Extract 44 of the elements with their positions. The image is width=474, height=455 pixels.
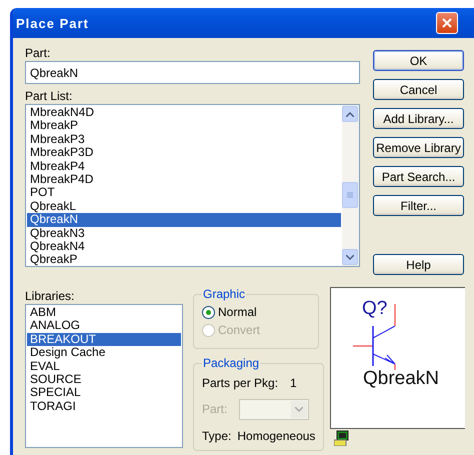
list-item[interactable]: QbreakN3 xyxy=(27,226,341,240)
list-item[interactable]: Design Cache xyxy=(27,346,181,360)
field-value: 1 xyxy=(290,376,297,390)
list-item[interactable]: ABM xyxy=(27,306,181,320)
reference-label: Q? xyxy=(362,298,388,320)
field-label: Parts per Pkg: xyxy=(202,376,278,390)
list-item[interactable]: QbreakN xyxy=(27,213,341,227)
list-item[interactable]: MbreakP4 xyxy=(27,160,341,173)
list-item[interactable]: ANALOG xyxy=(27,319,181,333)
list-item[interactable]: SOURCE xyxy=(27,372,181,386)
list-label: Part List: xyxy=(25,89,74,103)
group-title: Packaging xyxy=(202,356,260,370)
list-label: Libraries: xyxy=(25,289,76,303)
part-list[interactable]: MbreakN4D MbreakP MbreakP3 MbreakP3D MbreakP4 MbreakP4D POT QbreakL QbreakN QbreakN3 QbreakN4 QbreakP xyxy=(25,104,360,267)
field-label: Part: xyxy=(25,46,52,60)
list-item[interactable]: QbreakP xyxy=(27,253,341,266)
radio-option[interactable]: Normal xyxy=(202,303,310,321)
list-item[interactable]: BREAKOUT xyxy=(27,332,181,346)
dialog-button[interactable]: Filter... xyxy=(373,195,464,216)
field-value: Homogeneous xyxy=(237,429,316,443)
field-label: Type: xyxy=(202,429,232,443)
dialog-button[interactable]: OK xyxy=(373,50,464,71)
help-button[interactable]: Help xyxy=(373,254,464,275)
list-item[interactable]: MbreakN4D xyxy=(27,106,341,120)
list-item[interactable]: SPECIAL xyxy=(27,386,181,400)
list-item[interactable]: MbreakP xyxy=(27,119,341,133)
part-name-label: QbreakN xyxy=(363,368,440,390)
list-item[interactable]: POT xyxy=(27,186,341,200)
list-item[interactable]: MbreakP3D xyxy=(27,146,341,160)
list-item[interactable]: QbreakL xyxy=(27,200,341,214)
part-field[interactable]: QbreakN xyxy=(25,61,360,84)
window-title: Place Part xyxy=(16,16,90,30)
list-item[interactable]: QbreakN4 xyxy=(27,240,341,254)
dialog-button[interactable]: Add Library... xyxy=(373,108,464,129)
field-label: Part: xyxy=(202,402,228,416)
libraries-list[interactable]: ABM ANALOG BREAKOUT Design Cache EVAL SOURCE SPECIAL TORAGI xyxy=(25,304,183,448)
group-title: Graphic xyxy=(202,287,246,301)
list-item[interactable]: MbreakP4D xyxy=(27,172,341,186)
list-item[interactable]: MbreakP3 xyxy=(27,132,341,146)
dialog-button[interactable]: Part Search... xyxy=(373,166,464,187)
list-item[interactable]: TORAGI xyxy=(27,400,181,414)
dialog-button[interactable]: Remove Library xyxy=(373,137,464,158)
dialog-button[interactable]: Cancel xyxy=(373,79,464,100)
list-item[interactable]: EVAL xyxy=(27,360,181,373)
